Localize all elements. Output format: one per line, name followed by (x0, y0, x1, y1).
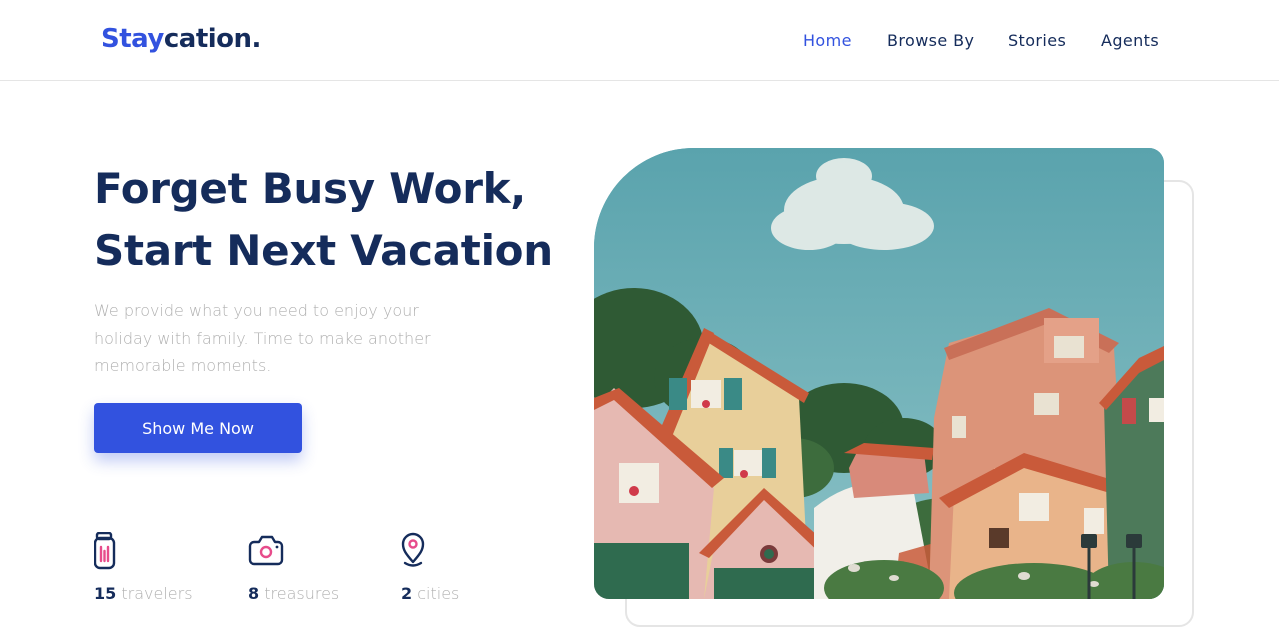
houses-illustration (594, 148, 1164, 599)
nav-item-home[interactable]: Home (803, 30, 852, 52)
stat-value: 15 (94, 584, 117, 603)
stat-unit: cities (417, 584, 460, 603)
stat-treasures: 8 treasures (248, 532, 339, 603)
stat-unit: treasures (264, 584, 340, 603)
stat-travelers: 15 travelers (94, 532, 193, 603)
show-me-now-button[interactable]: Show Me Now (94, 403, 302, 453)
hero-description: We provide what you need to enjoy your h… (94, 301, 431, 375)
site-header: Staycation. Home Browse By Stories Agent… (0, 0, 1279, 81)
stat-treasures-label: 8 treasures (248, 584, 339, 604)
brand-logo[interactable]: Staycation. (101, 22, 261, 56)
stat-unit: travelers (121, 584, 193, 603)
brand-rest: cation. (163, 24, 262, 54)
hero-title-line-2: Start Next Vacation (94, 226, 553, 275)
hero-title: Forget Busy Work, Start Next Vacation (94, 158, 564, 282)
brand-accent: Stay (101, 24, 164, 54)
nav-item-agents[interactable]: Agents (1101, 30, 1159, 52)
location-pin-icon (401, 532, 425, 567)
stat-cities: 2 cities (401, 532, 459, 603)
stat-travelers-label: 15 travelers (94, 584, 193, 604)
camera-icon (248, 535, 284, 566)
stat-cities-label: 2 cities (401, 584, 459, 604)
nav-item-stories[interactable]: Stories (1008, 30, 1066, 52)
stat-value: 2 (401, 584, 413, 603)
nav-item-browse-by[interactable]: Browse By (887, 30, 974, 52)
luggage-icon (94, 532, 116, 570)
hero-image (594, 148, 1164, 599)
hero-title-line-1: Forget Busy Work, (94, 164, 526, 213)
stat-value: 8 (248, 584, 260, 603)
